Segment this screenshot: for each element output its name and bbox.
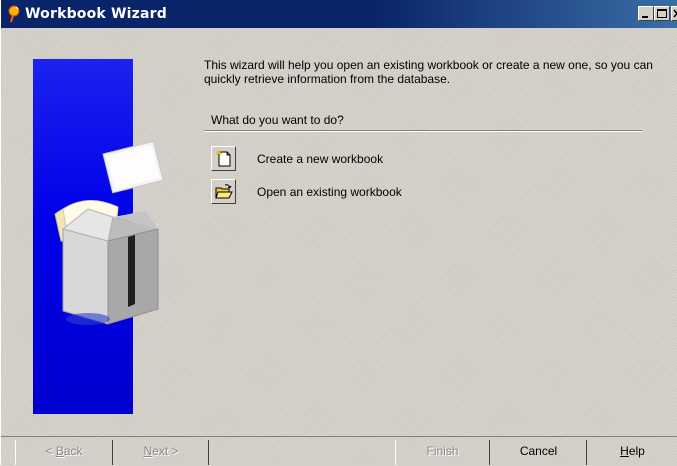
wizard-side-banner	[33, 59, 164, 414]
help-button[interactable]: Help	[587, 438, 677, 465]
minimize-icon[interactable]	[638, 6, 654, 21]
create-workbook-label[interactable]: Create a new workbook	[257, 152, 383, 166]
intro-text: This wizard will help you open an existi…	[204, 58, 653, 86]
back-button[interactable]: < Back	[15, 438, 113, 465]
help-button-label: Help	[620, 444, 645, 458]
window-title: Workbook Wizard	[25, 6, 167, 22]
wizard-window: Workbook Wizard This wizard will help yo…	[0, 0, 677, 465]
question-label: What do you want to do?	[211, 113, 344, 127]
workbook-box-illustration	[54, 140, 164, 325]
back-button-label: < Back	[45, 444, 83, 458]
open-workbook-label[interactable]: Open an existing workbook	[257, 185, 402, 199]
finish-button[interactable]: Finish	[395, 438, 490, 465]
next-button[interactable]: Next >	[113, 438, 209, 465]
title-bar[interactable]: Workbook Wizard	[1, 0, 677, 28]
question-separator	[204, 130, 642, 132]
maximize-icon[interactable]	[654, 6, 670, 21]
create-workbook-button[interactable]	[211, 146, 236, 171]
bulb-icon	[5, 4, 25, 24]
cancel-button[interactable]: Cancel	[490, 438, 587, 465]
next-button-label: Next >	[143, 444, 179, 458]
close-icon[interactable]	[671, 6, 677, 21]
open-folder-icon	[215, 184, 233, 199]
open-workbook-button[interactable]	[211, 179, 236, 204]
new-workbook-icon	[216, 150, 231, 167]
finish-button-label: Finish	[426, 444, 459, 458]
cancel-button-label: Cancel	[519, 444, 558, 458]
